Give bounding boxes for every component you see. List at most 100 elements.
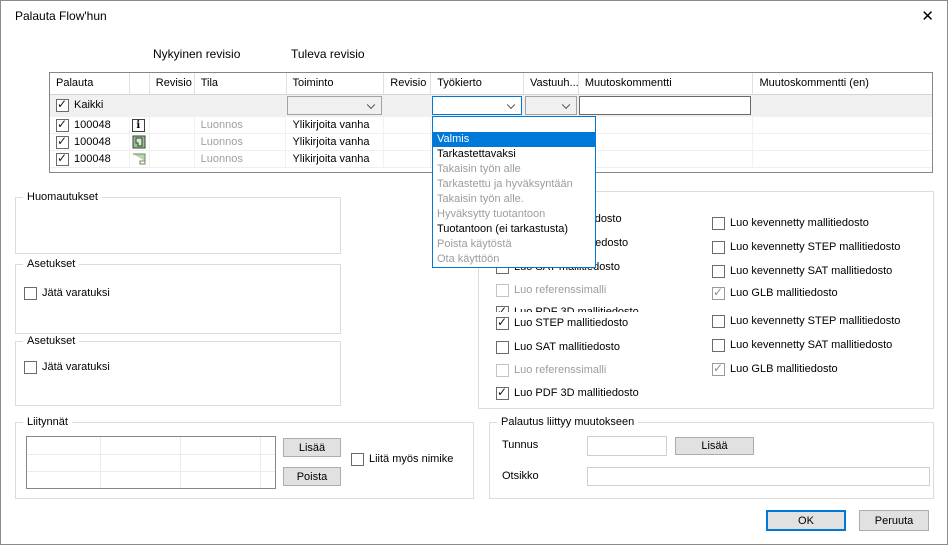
window-title: Palauta Flow'hun xyxy=(15,9,107,23)
table-row-all: Kaikki xyxy=(50,95,932,117)
settings-group-title: Asetukset xyxy=(23,258,79,270)
checkbox[interactable] xyxy=(712,217,725,230)
leave-reserved-checkbox[interactable] xyxy=(24,287,37,300)
otsikko-input[interactable] xyxy=(587,467,930,486)
file-option: Luo STEP mallitiedosto xyxy=(496,316,628,330)
col-header-tyokierto[interactable]: Työkierto xyxy=(431,73,524,95)
toiminto-cell[interactable]: Ylikirjoita vanha xyxy=(286,151,384,168)
notes-group-title: Huomautukset xyxy=(23,191,102,203)
tunnus-input[interactable] xyxy=(587,436,667,456)
checkbox-label: Luo kevennetty mallitiedosto xyxy=(730,217,869,229)
settings-group-2: Asetukset Jätä varatuksi xyxy=(15,341,341,406)
checkbox-label: Luo referenssimalli xyxy=(514,284,606,296)
ok-button[interactable]: OK xyxy=(766,510,846,531)
dropdown-item[interactable]: Takaisin työn alle. xyxy=(433,192,595,207)
chevron-down-icon xyxy=(507,100,515,108)
leave-reserved-option: Jätä varatuksi xyxy=(24,286,110,300)
dropdown-item[interactable]: Tuotantoon (ei tarkastusta) xyxy=(433,222,595,237)
model-icon xyxy=(132,135,146,149)
title-bar: Palauta Flow'hun ✕ xyxy=(1,1,947,31)
leave-reserved-label: Jätä varatuksi xyxy=(42,287,110,299)
attach-item-checkbox[interactable] xyxy=(351,453,364,466)
dropdown-item[interactable]: Takaisin työn alle xyxy=(433,162,595,177)
attach-item-label: Liitä myös nimike xyxy=(369,453,453,465)
change-group-title: Palautus liittyy muutokseen xyxy=(497,416,638,428)
col-header-icon[interactable] xyxy=(130,73,150,95)
checkbox[interactable] xyxy=(712,265,725,278)
leave-reserved-option: Jätä varatuksi xyxy=(24,360,110,374)
select-all-checkbox[interactable] xyxy=(56,99,69,112)
change-add-button[interactable]: Lisää xyxy=(675,437,754,455)
row-checkbox[interactable] xyxy=(56,136,69,149)
dropdown-item[interactable] xyxy=(433,117,595,132)
checkbox[interactable] xyxy=(496,306,509,313)
dropdown-item[interactable]: Poista käytöstä xyxy=(433,237,595,252)
grid-line xyxy=(180,437,181,488)
checkbox-label: Luo PDF 3D mallitiedosto xyxy=(514,387,639,399)
drawing-icon xyxy=(132,153,146,165)
file-option: Luo PDF 3D mallitiedosto xyxy=(496,305,639,312)
file-option: Luo referenssimalli xyxy=(496,363,606,377)
table-header-row: Palauta Revisio Tila Toiminto Revisio Ty… xyxy=(50,73,932,95)
cancel-button[interactable]: Peruuta xyxy=(859,510,929,531)
checkbox[interactable] xyxy=(496,317,509,330)
grid-line xyxy=(27,454,275,455)
col-header-vastuuhenkilo[interactable]: Vastuuh... xyxy=(524,73,579,95)
vastuuhenkilo-all-combo[interactable] xyxy=(525,96,577,115)
file-option: Luo SAT mallitiedosto xyxy=(496,340,620,354)
dropdown-item[interactable]: Ota käyttöön xyxy=(433,252,595,267)
checkbox[interactable] xyxy=(496,341,509,354)
muutoskommentti-all-input[interactable] xyxy=(579,96,752,115)
col-header-tila[interactable]: Tila xyxy=(195,73,287,95)
col-header-muutoskommentti-en[interactable]: Muutoskommentti (en) xyxy=(753,73,932,95)
dropdown-item[interactable]: Tarkastettu ja hyväksyntään xyxy=(433,177,595,192)
links-listbox[interactable] xyxy=(26,436,276,489)
tunnus-label: Tunnus xyxy=(502,439,538,451)
checkbox[interactable] xyxy=(496,284,509,297)
current-revision-label: Nykyinen revisio xyxy=(153,47,240,61)
file-option: Luo kevennetty STEP mallitiedosto xyxy=(712,314,900,328)
checkbox[interactable] xyxy=(712,315,725,328)
checkbox[interactable] xyxy=(496,387,509,400)
checkbox-label: Luo GLB mallitiedosto xyxy=(730,363,838,375)
dropdown-item[interactable]: Tarkastettavaksi xyxy=(433,147,595,162)
checkbox-label: Luo kevennetty SAT mallitiedosto xyxy=(730,339,892,351)
dropdown-item[interactable]: Hyväksytty tuotantoon xyxy=(433,207,595,222)
checkbox[interactable] xyxy=(712,241,725,254)
change-group: Palautus liittyy muutokseen Tunnus Lisää… xyxy=(489,422,934,499)
col-header-toiminto[interactable]: Toiminto xyxy=(287,73,385,95)
file-option: Luo GLB mallitiedosto xyxy=(712,362,838,376)
checkbox-label: Luo PDF 3D mallitiedosto xyxy=(514,306,639,312)
row-checkbox[interactable] xyxy=(56,119,69,132)
toiminto-cell[interactable]: Ylikirjoita vanha xyxy=(286,134,384,151)
row-checkbox[interactable] xyxy=(56,153,69,166)
dropdown-item[interactable]: Valmis xyxy=(433,132,595,147)
links-add-button[interactable]: Lisää xyxy=(283,438,341,457)
checkbox[interactable] xyxy=(712,339,725,352)
settings-group-1: Asetukset Jätä varatuksi xyxy=(15,264,341,334)
otsikko-label: Otsikko xyxy=(502,470,539,482)
checkbox[interactable] xyxy=(712,287,725,300)
file-option: Luo PDF 3D mallitiedosto xyxy=(496,386,639,400)
leave-reserved-label: Jätä varatuksi xyxy=(42,361,110,373)
file-option: Luo kevennetty SAT mallitiedosto xyxy=(712,264,892,278)
tyokierto-all-combo[interactable] xyxy=(432,96,522,115)
col-header-muutoskommentti[interactable]: Muutoskommentti xyxy=(579,73,754,95)
chevron-down-icon xyxy=(367,100,375,108)
checkbox-label: Luo kevennetty STEP mallitiedosto xyxy=(730,315,900,327)
close-icon[interactable]: ✕ xyxy=(921,7,934,25)
col-header-revisio-current[interactable]: Revisio xyxy=(150,73,195,95)
col-header-revisio-future[interactable]: Revisio xyxy=(384,73,431,95)
checkbox[interactable] xyxy=(496,364,509,377)
links-remove-button[interactable]: Poista xyxy=(283,467,341,486)
checkbox[interactable] xyxy=(712,363,725,376)
col-header-palauta[interactable]: Palauta xyxy=(50,73,130,95)
notes-group: Huomautukset xyxy=(15,197,341,254)
checkbox-label: Luo STEP mallitiedosto xyxy=(514,317,628,329)
checkbox-label: Luo kevennetty STEP mallitiedosto xyxy=(730,241,900,253)
checkbox-label: Luo referenssimalli xyxy=(514,364,606,376)
file-option: Luo referenssimalli xyxy=(496,283,606,297)
leave-reserved-checkbox[interactable] xyxy=(24,361,37,374)
toiminto-all-combo[interactable] xyxy=(287,96,382,115)
toiminto-cell[interactable]: Ylikirjoita vanha xyxy=(286,117,384,134)
